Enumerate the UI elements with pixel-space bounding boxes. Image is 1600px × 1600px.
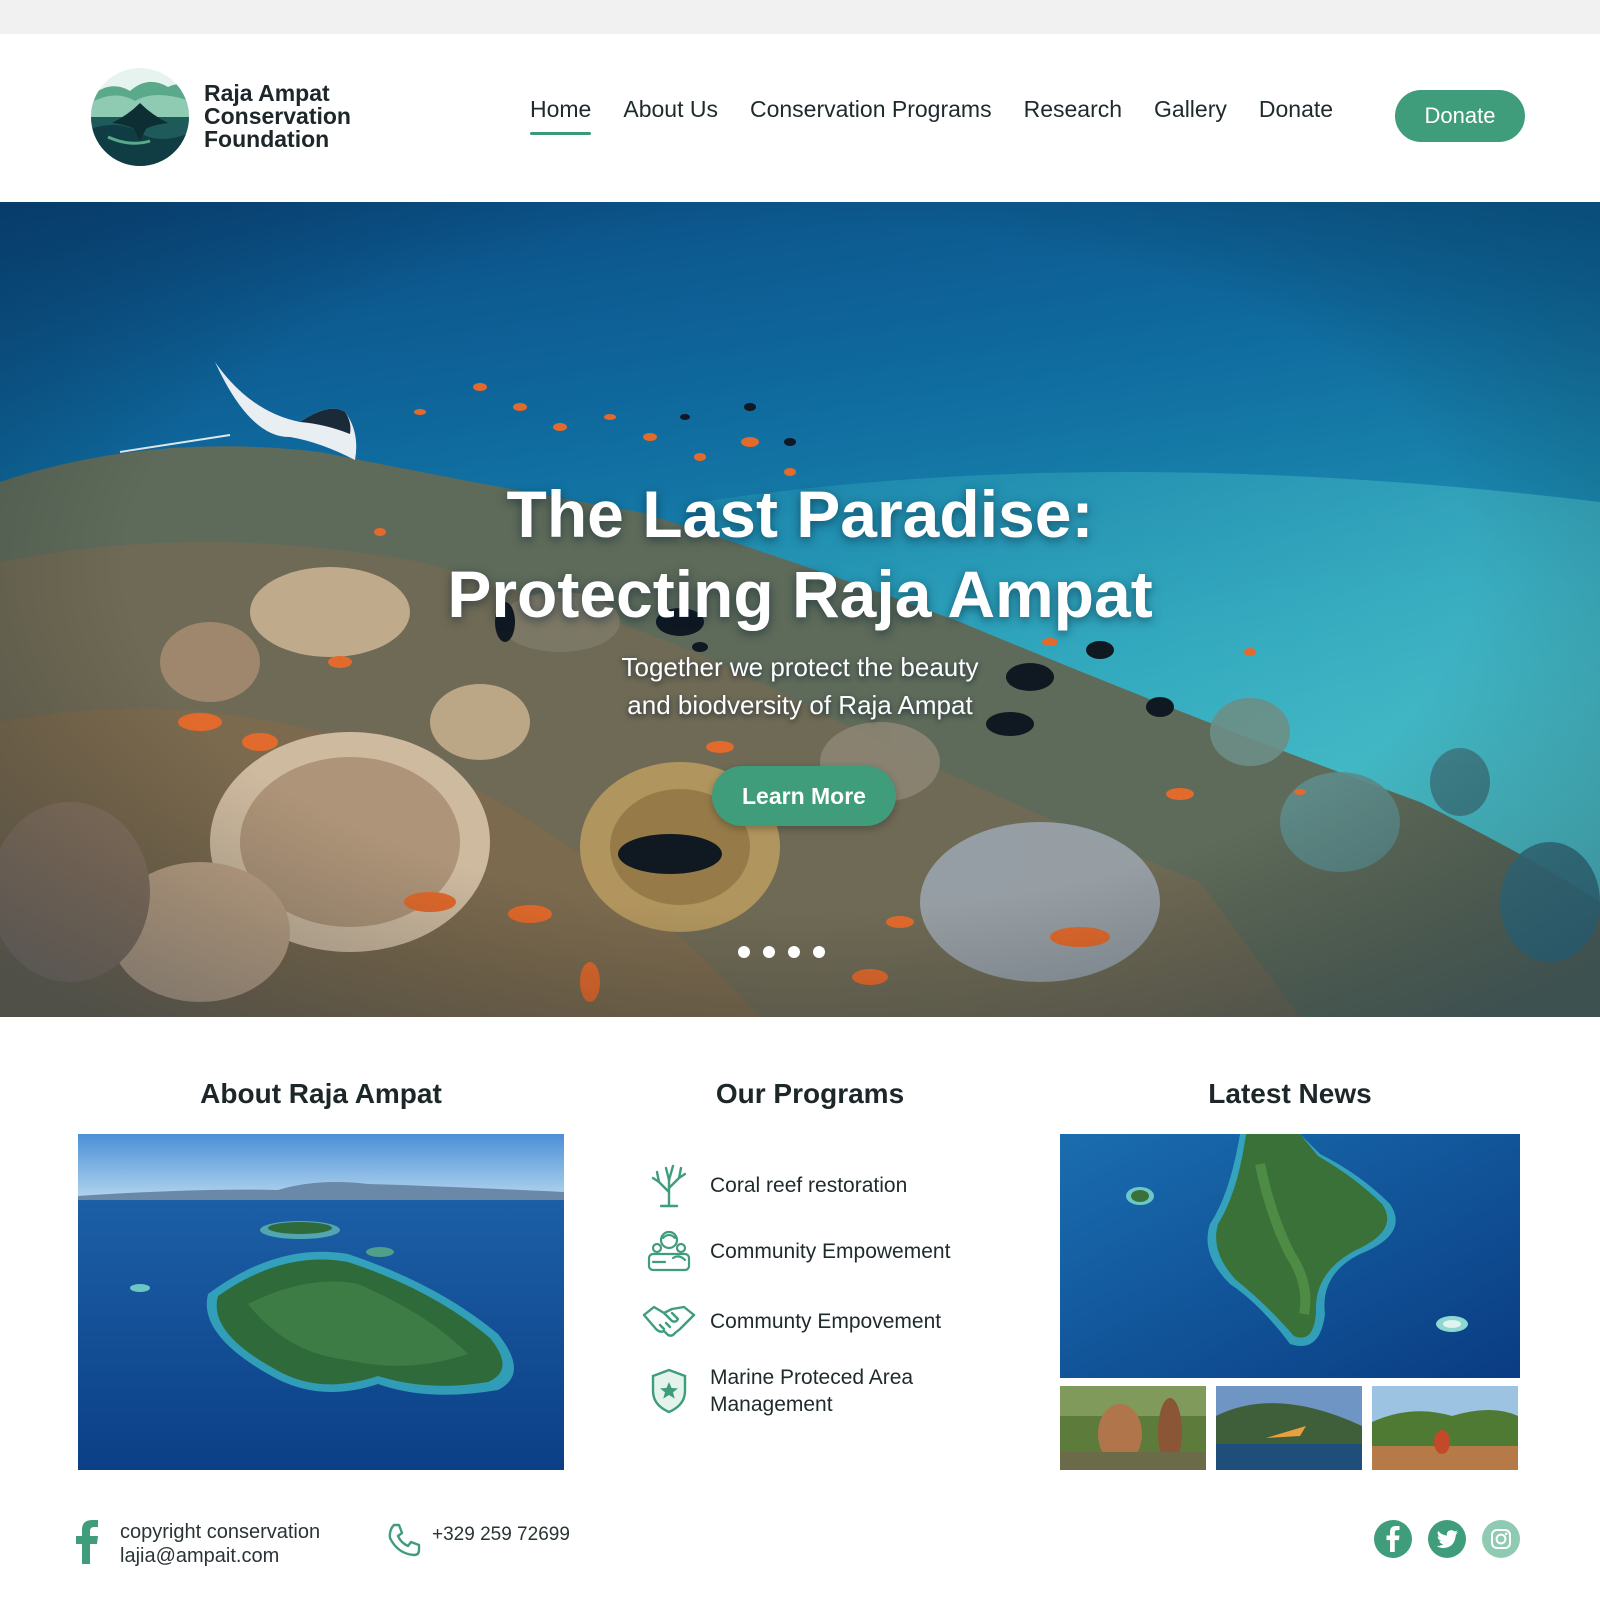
news-thumb-3[interactable] [1372, 1386, 1518, 1470]
handshake-icon [640, 1296, 698, 1346]
brand-name[interactable]: Raja Ampat Conservation Foundation [204, 82, 351, 151]
nav-home[interactable]: Home [530, 96, 592, 135]
facebook-icon[interactable] [74, 1520, 100, 1564]
hero-subtitle-line-1: Together we protect the beauty [621, 652, 979, 682]
donate-button[interactable]: Donate [1395, 90, 1525, 142]
news-thumb-photo [1372, 1386, 1518, 1470]
news-feature-image[interactable] [1060, 1134, 1520, 1378]
brand-line-1: Raja Ampat [204, 80, 330, 106]
nav-gallery[interactable]: Gallery [1154, 96, 1227, 129]
program-item-marine-area[interactable]: Marine Proteced Area Management [640, 1364, 950, 1418]
coral-icon [640, 1160, 698, 1210]
news-thumb-photo [1060, 1386, 1206, 1470]
hero-title-line-1: The Last Paradise: [506, 477, 1094, 551]
about-title: About Raja Ampat [200, 1078, 442, 1109]
program-label: Communty Empovement [710, 1309, 942, 1333]
program-item-partnership[interactable]: Communty Empovement [640, 1296, 941, 1346]
news-thumb-2[interactable] [1216, 1386, 1362, 1470]
brand-line-3: Foundation [204, 126, 330, 152]
top-strip [0, 0, 1600, 34]
hero-subtitle: Together we protect the beauty and biodv… [0, 648, 1600, 724]
nav-donate[interactable]: Donate [1259, 96, 1333, 129]
hero-subtitle-line-2: and biodversity of Raja Ampat [627, 690, 973, 720]
hero-title: The Last Paradise: Protecting Raja Ampat [0, 474, 1600, 634]
news-title: Latest News [1208, 1078, 1372, 1109]
carousel-dots [738, 946, 838, 958]
island-aerial-photo [78, 1134, 564, 1470]
social-twitter-icon[interactable] [1428, 1520, 1466, 1558]
foundation-logo[interactable] [90, 67, 190, 167]
news-island-photo [1060, 1134, 1520, 1378]
nav-conservation-programs[interactable]: Conservation Programs [750, 96, 992, 129]
social-facebook-icon[interactable] [1374, 1520, 1412, 1558]
footer-copyright: copyright conservation lajia@ampait.com [120, 1520, 320, 1568]
learn-more-button[interactable]: Learn More [712, 766, 896, 826]
site-header: Raja Ampat Conservation Foundation Home … [0, 34, 1600, 202]
hero-banner: The Last Paradise: Protecting Raja Ampat… [0, 202, 1600, 1017]
phone-icon [388, 1523, 421, 1557]
carousel-dot-1[interactable] [738, 946, 750, 958]
program-label: Marine Proteced Area Management [710, 1366, 914, 1416]
program-item-coral[interactable]: Coral reef restoration [640, 1160, 907, 1210]
program-item-community[interactable]: Community Empowement [640, 1226, 950, 1276]
carousel-dot-4[interactable] [813, 946, 825, 958]
main-nav: Home About Us Conservation Programs Rese… [530, 96, 1365, 135]
program-label: Coral reef restoration [710, 1173, 908, 1197]
news-thumb-1[interactable] [1060, 1386, 1206, 1470]
community-icon [640, 1226, 698, 1276]
program-label: Community Empowement [710, 1239, 951, 1263]
programs-title: Our Programs [715, 1078, 905, 1109]
social-instagram-icon[interactable] [1482, 1520, 1520, 1558]
nav-research[interactable]: Research [1024, 96, 1122, 129]
news-thumb-photo [1216, 1386, 1362, 1470]
carousel-dot-2[interactable] [763, 946, 775, 958]
brand-line-2: Conservation [204, 103, 351, 129]
hero-title-line-2: Protecting Raja Ampat [447, 557, 1153, 631]
nav-about-us[interactable]: About Us [623, 96, 718, 129]
carousel-dot-3[interactable] [788, 946, 800, 958]
about-island-image[interactable] [78, 1134, 564, 1470]
shield-icon [640, 1366, 698, 1416]
footer-copyright-line: copyright conservation [120, 1521, 321, 1543]
footer-phone[interactable]: +329 259 72699 [432, 1524, 570, 1546]
footer-email[interactable]: lajia@ampait.com [120, 1544, 320, 1568]
